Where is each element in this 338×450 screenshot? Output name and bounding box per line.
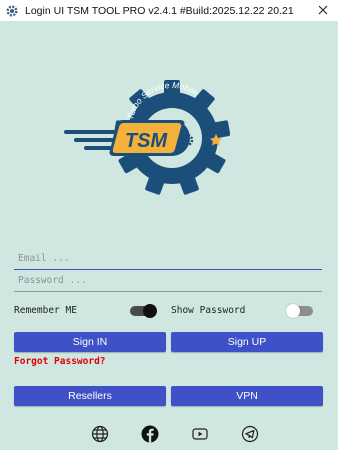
title-bar: Login UI TSM TOOL PRO v2.4.1 #Build:2025… <box>0 0 338 21</box>
window-title: Login UI TSM TOOL PRO v2.4.1 #Build:2025… <box>25 4 294 17</box>
youtube-icon[interactable] <box>190 424 210 444</box>
facebook-icon[interactable] <box>140 424 160 444</box>
telegram-icon[interactable] <box>240 424 260 444</box>
gear-icon <box>5 4 19 18</box>
remember-me-label: Remember ME <box>14 305 77 316</box>
remember-me-toggle[interactable] <box>130 304 157 318</box>
globe-icon[interactable] <box>90 424 110 444</box>
password-field[interactable] <box>14 270 322 292</box>
toggle-knob <box>143 304 157 318</box>
toggle-knob <box>286 304 300 318</box>
show-password-toggle[interactable] <box>286 304 313 318</box>
show-password-label: Show Password <box>171 305 246 316</box>
resellers-button[interactable]: Resellers <box>14 386 166 406</box>
vpn-button[interactable]: VPN <box>171 386 323 406</box>
email-field[interactable] <box>14 248 322 270</box>
close-icon[interactable] <box>314 1 332 19</box>
tsm-logo: TSM Turbo Service Mobile <box>60 78 231 203</box>
sign-up-button[interactable]: Sign UP <box>171 332 323 352</box>
logo-brand-text: TSM <box>125 130 169 152</box>
sign-in-button[interactable]: Sign IN <box>14 332 166 352</box>
forgot-password-link[interactable]: Forgot Password? <box>14 356 106 367</box>
